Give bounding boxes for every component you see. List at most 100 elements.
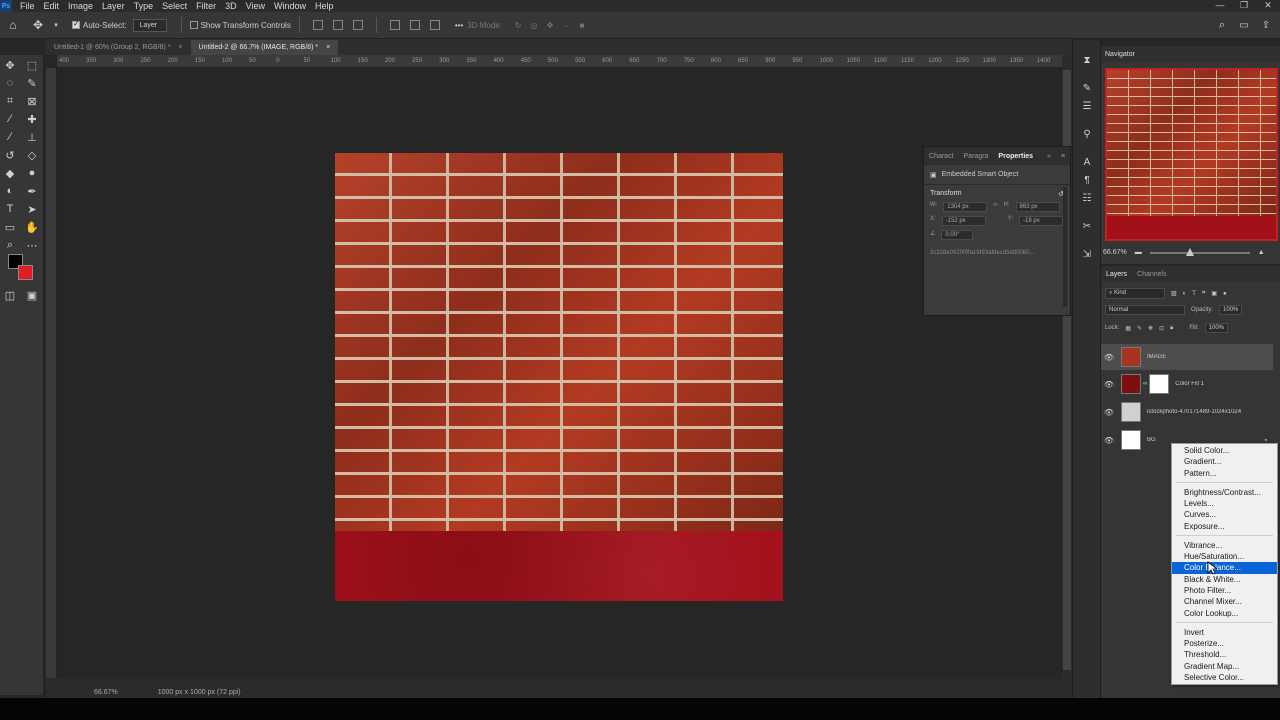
home-icon[interactable]: ⌂ bbox=[0, 16, 26, 34]
3d-rotate-icon[interactable]: ↻ bbox=[510, 16, 526, 34]
blur-tool-icon[interactable]: ● bbox=[24, 165, 40, 181]
eyedropper-tool-icon[interactable]: ⁄ bbox=[2, 111, 18, 127]
tools-panel-icon[interactable]: ✂ bbox=[1081, 220, 1093, 232]
paragraph-panel-icon[interactable]: ¶ bbox=[1081, 174, 1093, 186]
filter-shape-icon[interactable]: ⌗ bbox=[1202, 290, 1205, 297]
history-brush-icon[interactable]: ↺ bbox=[2, 147, 18, 163]
type-tool-icon[interactable]: T bbox=[2, 201, 18, 217]
navigator-zoom-value[interactable]: 66.67% bbox=[1103, 249, 1127, 256]
visibility-eye-icon[interactable]: 👁︎ bbox=[1101, 380, 1117, 389]
menu-view[interactable]: View bbox=[246, 1, 265, 11]
lock-artboard-icon[interactable]: ⊡ bbox=[1159, 325, 1164, 332]
visibility-eye-icon[interactable]: 👁︎ bbox=[1101, 408, 1117, 417]
filter-adjustment-icon[interactable]: ◐ bbox=[1183, 291, 1187, 297]
tab-paragraph[interactable]: Paragra bbox=[959, 153, 994, 160]
more-options-button[interactable]: ••• bbox=[455, 16, 463, 34]
menu-posterize[interactable]: Posterize... bbox=[1172, 638, 1277, 649]
link-dimensions-icon[interactable]: ∞ bbox=[993, 202, 997, 212]
navigator-zoom-slider[interactable] bbox=[1149, 247, 1250, 256]
x-field[interactable]: -152 px bbox=[941, 216, 986, 226]
menu-brightness-contrast[interactable]: Brightness/Contrast... bbox=[1172, 487, 1277, 498]
y-field[interactable]: -18 px bbox=[1019, 216, 1064, 226]
menu-hue-saturation[interactable]: Hue/Saturation... bbox=[1172, 551, 1277, 562]
filter-pixel-icon[interactable]: ▧ bbox=[1171, 290, 1177, 297]
zoom-slider-knob[interactable] bbox=[1185, 247, 1194, 256]
adjustments-icon[interactable]: ☰ bbox=[1081, 100, 1093, 112]
align-center-icon[interactable] bbox=[332, 20, 343, 30]
path-select-icon[interactable]: ➤ bbox=[24, 201, 40, 217]
menu-invert[interactable]: Invert bbox=[1172, 627, 1277, 638]
background-color-swatch[interactable] bbox=[18, 265, 33, 280]
menu-help[interactable]: Help bbox=[315, 1, 334, 11]
menu-channel-mixer[interactable]: Channel Mixer... bbox=[1172, 596, 1277, 607]
document-canvas[interactable] bbox=[335, 153, 783, 601]
menu-edit[interactable]: Edit bbox=[44, 1, 60, 11]
frame-tool-icon[interactable]: ⊠ bbox=[24, 93, 40, 109]
close-window-button[interactable]: ✕ bbox=[1256, 0, 1280, 11]
menu-3d[interactable]: 3D bbox=[225, 1, 237, 11]
menu-gradient[interactable]: Gradient... bbox=[1172, 456, 1277, 467]
tab-character[interactable]: Charact bbox=[924, 153, 959, 160]
libraries-icon[interactable]: ⚲ bbox=[1081, 128, 1093, 140]
share-icon[interactable]: ⇪ bbox=[1260, 16, 1272, 34]
visibility-eye-icon[interactable]: 👁︎ bbox=[1101, 353, 1117, 362]
menu-type[interactable]: Type bbox=[134, 1, 154, 11]
lock-move-icon[interactable]: ✥ bbox=[1148, 325, 1153, 332]
move-tool-icon[interactable]: ✥ bbox=[26, 16, 50, 34]
menu-file[interactable]: File bbox=[20, 1, 35, 11]
hand-tool-icon[interactable]: ✋ bbox=[24, 219, 40, 235]
tab-untitled-1[interactable]: Untitled-1 @ 60% (Group 2, RGB/8) * × bbox=[46, 40, 191, 55]
menu-color-lookup[interactable]: Color Lookup... bbox=[1172, 608, 1277, 619]
3d-pan-icon[interactable]: ✥ bbox=[542, 16, 558, 34]
minimize-button[interactable]: — bbox=[1208, 0, 1232, 11]
align-top-icon[interactable] bbox=[389, 20, 400, 30]
menu-window[interactable]: Window bbox=[274, 1, 306, 11]
menu-levels[interactable]: Levels... bbox=[1172, 498, 1277, 509]
brush-tool-icon[interactable]: ∕ bbox=[2, 129, 18, 145]
healing-brush-icon[interactable]: ✚ bbox=[24, 111, 40, 127]
tab-properties[interactable]: Properties bbox=[993, 153, 1038, 160]
tool-preset-chevron-icon[interactable]: ▾ bbox=[50, 16, 62, 34]
tab-close-icon[interactable]: × bbox=[326, 44, 330, 51]
menu-solid-color[interactable]: Solid Color... bbox=[1172, 445, 1277, 456]
tab-untitled-2[interactable]: Untitled-2 @ 66.7% (IMAGE, RGB/8) * × bbox=[190, 40, 339, 55]
menu-select[interactable]: Select bbox=[162, 1, 187, 11]
align-left-icon[interactable] bbox=[312, 20, 323, 30]
align-middle-icon[interactable] bbox=[409, 20, 420, 30]
menu-exposure[interactable]: Exposure... bbox=[1172, 521, 1277, 532]
menu-layer[interactable]: Layer bbox=[102, 1, 125, 11]
layer-istockphoto[interactable]: 👁︎ istockphoto-470171489-1024x1024 bbox=[1101, 399, 1273, 425]
menu-pattern[interactable]: Pattern... bbox=[1172, 468, 1277, 479]
angle-field[interactable]: 0.00° bbox=[941, 230, 974, 240]
more-tools-icon[interactable]: ⋯ bbox=[24, 237, 40, 253]
screen-mode-icon[interactable]: ▣ bbox=[24, 287, 40, 303]
width-field[interactable]: 1304 px bbox=[943, 202, 988, 212]
status-zoom[interactable]: 66.67% bbox=[94, 689, 118, 696]
history-panel-icon[interactable]: ⧗ bbox=[1081, 54, 1093, 66]
filter-toggle-icon[interactable]: ● bbox=[1223, 291, 1227, 297]
menu-threshold[interactable]: Threshold... bbox=[1172, 649, 1277, 660]
visibility-eye-icon[interactable]: 👁︎ bbox=[1101, 436, 1117, 445]
properties-scrollbar[interactable] bbox=[1063, 187, 1067, 307]
tab-channels[interactable]: Channels bbox=[1132, 271, 1172, 278]
crop-tool-icon[interactable]: ⌗ bbox=[2, 93, 18, 109]
tab-close-icon[interactable]: × bbox=[178, 44, 182, 51]
quick-select-tool-icon[interactable]: ✎ bbox=[24, 75, 40, 91]
layer-image[interactable]: 👁︎ IMAGE bbox=[1101, 344, 1273, 370]
link-icon[interactable]: ∞ bbox=[1143, 381, 1147, 387]
3d-slide-icon[interactable]: ⇔ bbox=[558, 16, 574, 34]
eraser-tool-icon[interactable]: ◇ bbox=[24, 147, 40, 163]
menu-gradient-map[interactable]: Gradient Map... bbox=[1172, 661, 1277, 672]
zoom-in-icon[interactable]: ▲ bbox=[1258, 249, 1265, 256]
horizontal-scrollbar[interactable] bbox=[46, 678, 1072, 686]
collapse-panel-icon[interactable]: » bbox=[1042, 153, 1056, 160]
layer-kind-filter[interactable]: ⌕ Kind bbox=[1105, 288, 1165, 299]
move-tool-icon[interactable]: ✥ bbox=[2, 57, 18, 73]
quick-mask-icon[interactable]: ◫ bbox=[2, 287, 18, 303]
menu-color-balance[interactable]: Color Balance... bbox=[1172, 562, 1277, 574]
navigator-preview[interactable] bbox=[1105, 68, 1278, 241]
character-panel-icon[interactable]: A bbox=[1081, 156, 1093, 168]
zoom-tool-icon[interactable]: ⌕ bbox=[2, 237, 18, 253]
align-right-icon[interactable] bbox=[352, 20, 363, 30]
auto-select-checkbox[interactable]: Auto-Select: bbox=[72, 16, 127, 34]
